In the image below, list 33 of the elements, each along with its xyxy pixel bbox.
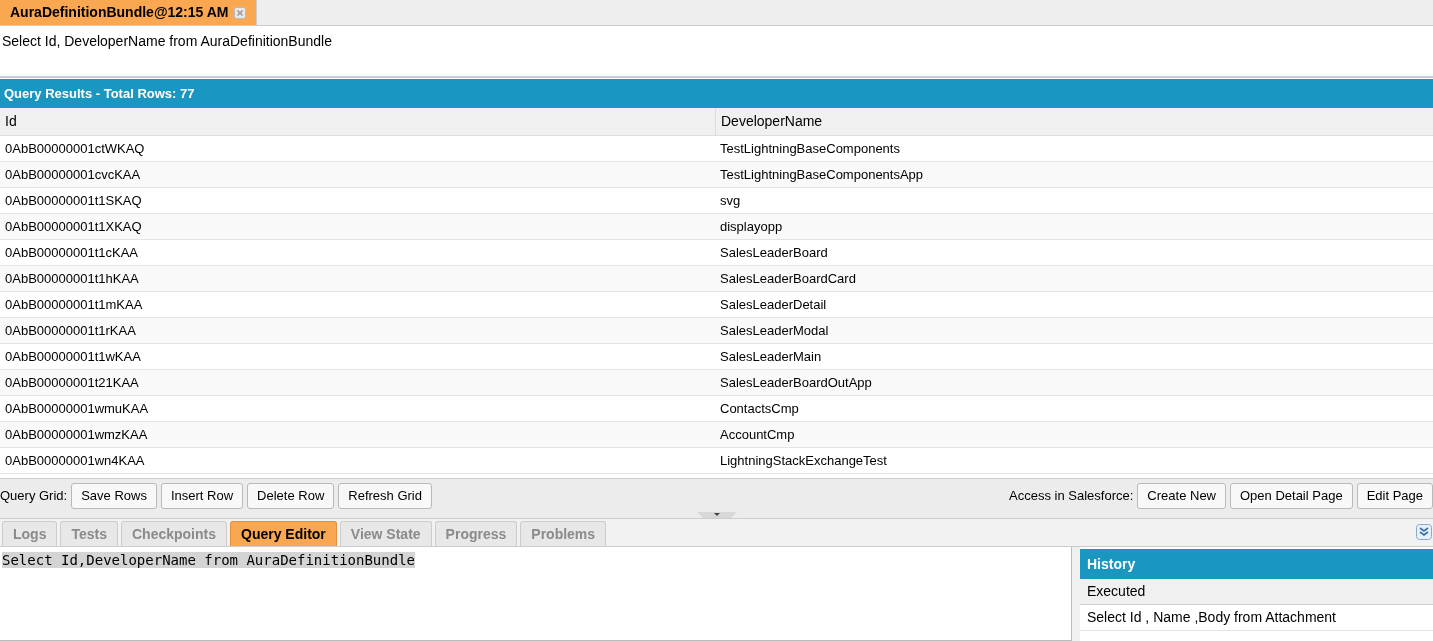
document-tab[interactable]: AuraDefinitionBundle@12:15 AM xyxy=(0,0,258,25)
toolbar-button[interactable]: Edit Page xyxy=(1356,482,1433,509)
table-cell: displayopp xyxy=(715,214,1433,240)
history-entry[interactable]: Select Id , Name ,Body from Attachment xyxy=(1080,605,1433,631)
column-header[interactable]: DeveloperName xyxy=(715,108,1433,136)
table-cell: 0AbB00000001t21KAA xyxy=(0,370,715,396)
panel-tab[interactable]: Query Editor xyxy=(230,521,337,546)
toolbar-button[interactable]: Save Rows xyxy=(71,482,157,509)
toolbar-button[interactable]: Create New xyxy=(1137,482,1226,509)
toolbar-button[interactable]: Open Detail Page xyxy=(1230,482,1353,509)
toolbar-label: Query Grid: xyxy=(0,486,68,505)
toolbar-label: Access in Salesforce: xyxy=(1009,486,1134,505)
table-cell: SalesLeaderBoardCard xyxy=(715,266,1433,292)
table-cell: SalesLeaderModal xyxy=(715,318,1433,344)
toolbar-button[interactable]: Refresh Grid xyxy=(338,482,432,509)
toolbar-button[interactable]: Insert Row xyxy=(160,482,244,509)
column-header[interactable]: Id xyxy=(0,108,715,136)
table-cell: AccountCmp xyxy=(715,422,1433,448)
results-header: Query Results - Total Rows: 77 xyxy=(0,79,1433,108)
table-cell: 0AbB00000001t1rKAA xyxy=(0,318,715,344)
table-cell: 0AbB00000001wmzKAA xyxy=(0,422,715,448)
query-text[interactable]: Select Id, DeveloperName from AuraDefinitionBundle xyxy=(2,31,1431,52)
table-cell: 0AbB00000001cvcKAA xyxy=(0,162,715,188)
splitter-handle-icon[interactable] xyxy=(696,512,737,518)
history-header: History xyxy=(1080,549,1433,579)
collapse-icon[interactable] xyxy=(1416,524,1432,540)
table-cell: 0AbB00000001t1hKAA xyxy=(0,266,715,292)
table-cell: TestLightningBaseComponentsApp xyxy=(715,162,1433,188)
table-cell: SalesLeaderBoardOutApp xyxy=(715,370,1433,396)
toolbar-button[interactable]: Delete Row xyxy=(247,482,335,509)
column-header: Executed xyxy=(1080,579,1433,605)
table-cell: 0AbB00000001t1XKAQ xyxy=(0,214,715,240)
query-editor-text[interactable]: Select Id,DeveloperName from AuraDefinitionBundle xyxy=(2,552,415,568)
